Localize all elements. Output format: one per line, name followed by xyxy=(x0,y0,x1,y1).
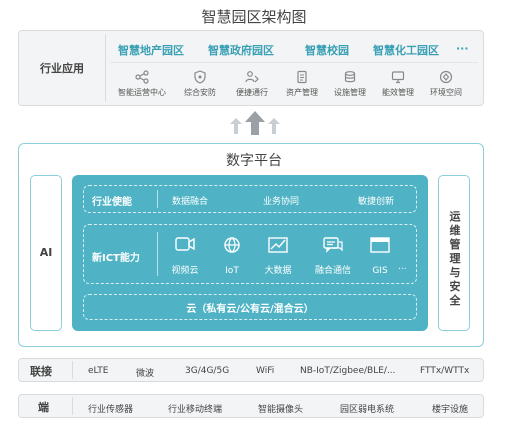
service-asset: 资产管理 xyxy=(276,70,328,98)
facility-icon xyxy=(344,71,356,83)
ict-item-gis: GIS xyxy=(362,236,398,277)
industry-app-label: 行业应用 xyxy=(40,62,84,75)
enable-data-fusion: 数据融合 xyxy=(172,197,209,207)
service-label: 环境空间 xyxy=(430,88,462,97)
diagram-title: 智慧园区架构图 xyxy=(201,8,307,26)
small-arrow-left xyxy=(230,118,242,134)
connect-label: 联接 xyxy=(30,365,52,378)
ict-item-label: IoT xyxy=(225,266,239,276)
enable-biz-collab: 业务协同 xyxy=(263,197,300,207)
connect-item: WiFi xyxy=(256,366,275,376)
service-operation-center: 智能运营中心 xyxy=(112,70,172,98)
ict-divider xyxy=(157,232,158,276)
enable-divider xyxy=(157,190,158,208)
edge-item: 行业移动终端 xyxy=(168,405,223,415)
industry-divider xyxy=(105,34,106,102)
upward-arrows xyxy=(230,111,280,135)
app-more: ··· xyxy=(456,42,469,55)
service-label: 能效管理 xyxy=(382,88,414,97)
service-environment: 环境空间 xyxy=(420,70,472,98)
app-smart-campus: 智慧校园 xyxy=(305,44,349,57)
connect-item: eLTE xyxy=(88,366,109,376)
industry-inner-divider xyxy=(110,62,478,63)
ict-item-fusion-comm: 融合通信 xyxy=(308,236,358,277)
document-icon xyxy=(297,70,307,84)
edge-label: 端 xyxy=(38,401,49,414)
small-arrow-right xyxy=(268,118,280,134)
ict-more: ... xyxy=(398,262,407,272)
ai-label: AI xyxy=(39,246,53,259)
service-label: 资产管理 xyxy=(286,88,318,97)
iot-icon xyxy=(224,237,240,253)
large-arrow-center xyxy=(245,111,265,135)
connect-item: 微波 xyxy=(136,369,155,379)
ict-item-label: 视频云 xyxy=(171,266,199,276)
globe-icon xyxy=(439,70,453,84)
edge-item: 行业传感器 xyxy=(88,405,134,415)
map-icon xyxy=(370,237,390,253)
new-ict-label: 新ICT能力 xyxy=(92,253,140,264)
ict-item-video-cloud: 视频云 xyxy=(165,236,205,277)
service-label: 综合安防 xyxy=(184,88,216,97)
connect-item: FTTx/WTTx xyxy=(420,366,470,376)
ops-security-label: 运维管理与安全 xyxy=(449,210,461,307)
app-smart-realestate: 智慧地产园区 xyxy=(118,44,184,57)
ict-item-bigdata: 大数据 xyxy=(256,236,300,277)
share-icon xyxy=(135,70,149,84)
ict-item-label: GIS xyxy=(372,266,388,276)
app-smart-chemical: 智慧化工园区 xyxy=(373,44,439,57)
video-icon xyxy=(175,237,195,251)
edge-item: 楼宇设施 xyxy=(432,405,469,415)
service-facility: 设施管理 xyxy=(324,70,376,98)
connect-divider xyxy=(72,361,73,379)
app-smart-government: 智慧政府园区 xyxy=(208,44,274,57)
enable-agile-innovation: 敏捷创新 xyxy=(358,197,395,207)
service-security: 综合安防 xyxy=(174,70,226,98)
monitor-icon xyxy=(391,71,405,84)
chat-icon xyxy=(323,237,343,253)
edge-item: 园区弱电系统 xyxy=(340,405,395,415)
people-icon xyxy=(245,71,259,83)
service-energy: 能效管理 xyxy=(372,70,424,98)
service-label: 设施管理 xyxy=(334,88,366,97)
service-access: 便捷通行 xyxy=(226,70,278,98)
ict-item-label: 大数据 xyxy=(264,266,292,276)
ict-item-label: 融合通信 xyxy=(314,266,351,276)
service-label: 便捷通行 xyxy=(236,88,268,97)
connect-item: NB-IoT/Zigbee/BLE/... xyxy=(300,366,396,376)
shield-icon xyxy=(194,70,206,84)
industry-enable-label: 行业使能 xyxy=(92,197,132,208)
platform-title: 数字平台 xyxy=(226,153,282,169)
chart-icon xyxy=(268,237,288,253)
service-label: 智能运营中心 xyxy=(118,88,166,97)
edge-divider xyxy=(72,397,73,415)
connect-item: 3G/4G/5G xyxy=(185,366,230,376)
ict-item-iot: IoT xyxy=(212,236,252,277)
cloud-label: 云（私有云/公有云/混合云） xyxy=(186,304,314,315)
edge-item: 智能摄像头 xyxy=(258,405,304,415)
